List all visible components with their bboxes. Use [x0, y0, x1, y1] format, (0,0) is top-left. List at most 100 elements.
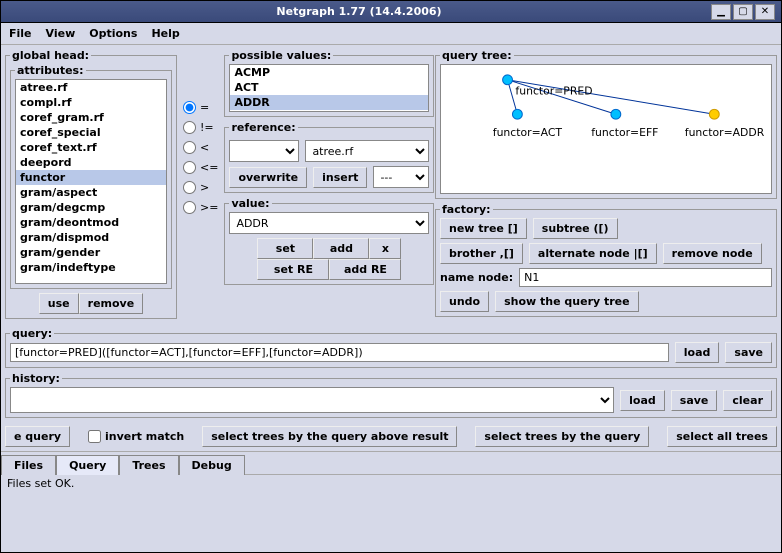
- history-legend: history:: [10, 372, 62, 385]
- op-eq[interactable]: =: [183, 101, 218, 114]
- equery-button[interactable]: e query: [5, 426, 70, 447]
- node-root-label: functor=PRED: [515, 85, 592, 98]
- titlebar: Netgraph 1.77 (14.4.2006) ▁ ▢ ✕: [1, 1, 781, 23]
- menu-file[interactable]: File: [9, 27, 32, 40]
- possible-values-listbox[interactable]: ACMPACTADDR: [229, 64, 429, 112]
- invert-match-checkbox[interactable]: [88, 430, 101, 443]
- titlebar-buttons: ▁ ▢ ✕: [711, 4, 775, 20]
- maximize-button[interactable]: ▢: [733, 4, 753, 20]
- list-item[interactable]: compl.rf: [16, 95, 166, 110]
- newtree-button[interactable]: new tree []: [440, 218, 527, 239]
- operator-radios: = != < <= > >=: [181, 97, 220, 289]
- set-button[interactable]: set: [257, 238, 313, 259]
- node-a-label: functor=ACT: [493, 126, 563, 139]
- undo-button[interactable]: undo: [440, 291, 489, 312]
- factory-legend: factory:: [440, 203, 493, 216]
- tab-trees[interactable]: Trees: [119, 455, 178, 475]
- select-above-button[interactable]: select trees by the query above result: [202, 426, 457, 447]
- removenode-button[interactable]: remove node: [663, 243, 762, 264]
- minimize-button[interactable]: ▁: [711, 4, 731, 20]
- namenode-label: name node:: [440, 271, 513, 284]
- query-tree-legend: query tree:: [440, 49, 514, 62]
- brother-button[interactable]: brother ,[]: [440, 243, 523, 264]
- statusbar: Files set OK.: [1, 474, 781, 492]
- list-item[interactable]: gram/degcmp: [16, 200, 166, 215]
- add-button[interactable]: add: [313, 238, 369, 259]
- list-item[interactable]: functor: [16, 170, 166, 185]
- reference-legend: reference:: [229, 121, 297, 134]
- tab-debug[interactable]: Debug: [179, 455, 245, 475]
- menu-help[interactable]: Help: [151, 27, 179, 40]
- op-le[interactable]: <=: [183, 161, 218, 174]
- close-button[interactable]: ✕: [755, 4, 775, 20]
- query-group: query: load save: [5, 327, 777, 368]
- value-combo[interactable]: ADDR: [229, 212, 429, 234]
- op-ne[interactable]: !=: [183, 121, 218, 134]
- list-item[interactable]: deepord: [16, 155, 166, 170]
- attributes-group: attributes: atree.rfcompl.rfcoref_gram.r…: [10, 64, 172, 289]
- possible-values-group: possible values: ACMPACTADDR: [224, 49, 434, 117]
- insert-button[interactable]: insert: [313, 167, 367, 188]
- list-item[interactable]: ACT: [230, 80, 428, 95]
- invert-match-label[interactable]: invert match: [88, 430, 184, 443]
- tab-files[interactable]: Files: [1, 455, 56, 475]
- history-save-button[interactable]: save: [671, 390, 718, 411]
- list-item[interactable]: gram/deontmod: [16, 215, 166, 230]
- history-group: history: load save clear: [5, 372, 777, 418]
- factory-group: factory: new tree [] subtree ([) brother…: [435, 203, 777, 317]
- tree-svg: functor=PRED functor=ACT functor=EFF fun…: [441, 65, 771, 193]
- list-item[interactable]: gram/gender: [16, 245, 166, 260]
- menu-options[interactable]: Options: [89, 27, 137, 40]
- list-item[interactable]: ADDR: [230, 95, 428, 110]
- tabs: Files Query Trees Debug: [1, 451, 781, 474]
- reference-dashes[interactable]: ---: [373, 166, 429, 188]
- op-gt[interactable]: >: [183, 181, 218, 194]
- query-tree-group: query tree: functor=PRED functor=ACT fun…: [435, 49, 777, 199]
- global-head-legend: global head:: [10, 49, 91, 62]
- query-input[interactable]: [10, 343, 669, 362]
- altnode-button[interactable]: alternate node |[]: [529, 243, 657, 264]
- query-load-button[interactable]: load: [675, 342, 720, 363]
- menubar: File View Options Help: [1, 23, 781, 45]
- list-item[interactable]: gram/dispmod: [16, 230, 166, 245]
- list-item[interactable]: coref_text.rf: [16, 140, 166, 155]
- value-legend: value:: [229, 197, 271, 210]
- query-tree-canvas[interactable]: functor=PRED functor=ACT functor=EFF fun…: [440, 64, 772, 194]
- right-column: query tree: functor=PRED functor=ACT fun…: [435, 49, 777, 323]
- list-item[interactable]: gram/indeftype: [16, 260, 166, 275]
- op-ge[interactable]: >=: [183, 201, 218, 214]
- subtree-button[interactable]: subtree ([): [533, 218, 618, 239]
- list-item[interactable]: coref_special: [16, 125, 166, 140]
- middle-column: = != < <= > >= possible values: ACMPACTA…: [181, 49, 431, 323]
- query-save-button[interactable]: save: [725, 342, 772, 363]
- overwrite-button[interactable]: overwrite: [229, 167, 307, 188]
- list-item[interactable]: gram/aspect: [16, 185, 166, 200]
- attributes-listbox[interactable]: atree.rfcompl.rfcoref_gram.rfcoref_speci…: [15, 79, 167, 284]
- main-panel: global head: attributes: atree.rfcompl.r…: [1, 45, 781, 327]
- tab-query[interactable]: Query: [56, 455, 119, 475]
- select-all-button[interactable]: select all trees: [667, 426, 777, 447]
- remove-button[interactable]: remove: [79, 293, 144, 314]
- reference-group: reference: atree.rf overwrite insert ---: [224, 121, 434, 193]
- list-item[interactable]: atree.rf: [16, 80, 166, 95]
- select-by-button[interactable]: select trees by the query: [475, 426, 649, 447]
- history-clear-button[interactable]: clear: [723, 390, 772, 411]
- query-legend: query:: [10, 327, 54, 340]
- history-load-button[interactable]: load: [620, 390, 665, 411]
- history-combo[interactable]: [10, 387, 614, 413]
- window-title: Netgraph 1.77 (14.4.2006): [7, 5, 711, 18]
- list-item[interactable]: coref_gram.rf: [16, 110, 166, 125]
- showtree-button[interactable]: show the query tree: [495, 291, 639, 312]
- setre-button[interactable]: set RE: [257, 259, 329, 280]
- addre-button[interactable]: add RE: [329, 259, 401, 280]
- bottom-area: query: load save history: load save clea…: [1, 327, 781, 451]
- list-item[interactable]: ACMP: [230, 65, 428, 80]
- global-head-group: global head: attributes: atree.rfcompl.r…: [5, 49, 177, 319]
- op-lt[interactable]: <: [183, 141, 218, 154]
- namenode-input[interactable]: [519, 268, 772, 287]
- menu-view[interactable]: View: [46, 27, 76, 40]
- reference-combo1[interactable]: [229, 140, 299, 162]
- reference-combo2[interactable]: atree.rf: [305, 140, 429, 162]
- x-button[interactable]: x: [369, 238, 401, 259]
- use-button[interactable]: use: [39, 293, 79, 314]
